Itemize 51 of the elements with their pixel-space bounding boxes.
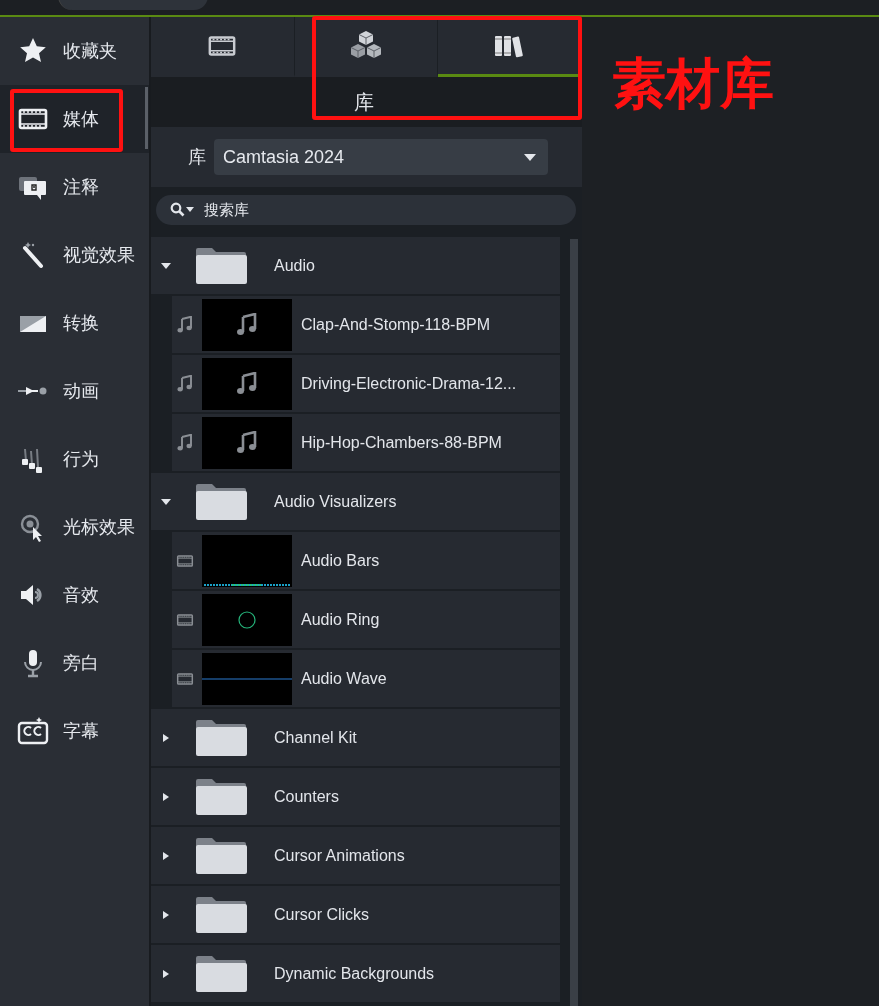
sidebar-item[interactable]: 行为 (0, 425, 149, 493)
sidebar-item[interactable]: 字幕 (0, 697, 149, 765)
library-dropdown[interactable]: Camtasia 2024 (214, 139, 548, 175)
arrow-icon (17, 384, 49, 398)
music-note-icon (176, 374, 194, 393)
folder-row[interactable]: Counters (151, 768, 560, 825)
sidebar-item[interactable]: 音效 (0, 561, 149, 629)
media-row[interactable]: Clap-And-Stomp-118-BPM (172, 296, 560, 353)
dropdown-caret-icon (524, 153, 536, 161)
search-bar[interactable]: 搜索库 (156, 195, 576, 225)
search-icon (170, 202, 194, 218)
annotation-text: 素材库 (612, 54, 774, 114)
folder-icon (195, 718, 247, 757)
media-row[interactable]: Audio Wave (172, 650, 560, 707)
folder-icon (195, 482, 247, 521)
media-row[interactable]: Hip-Hop-Chambers-88-BPM (172, 414, 560, 471)
folder-row[interactable]: Cursor Animations (151, 827, 560, 884)
music-note-icon (176, 315, 194, 334)
music-note-icon (176, 433, 194, 452)
library-label: 库 (188, 145, 206, 169)
sidebar-item[interactable]: 旁白 (0, 629, 149, 697)
sidebar-item[interactable]: 动画 (0, 357, 149, 425)
scrollbar[interactable] (570, 239, 578, 1006)
media-row[interactable]: Driving-Electronic-Drama-12... (172, 355, 560, 412)
folder-icon (195, 895, 247, 934)
music-note-icon (235, 430, 259, 455)
closed-captions-icon (17, 715, 49, 747)
sidebar-item[interactable]: 光标效果 (0, 493, 149, 561)
folder-row[interactable]: Cursor Clicks (151, 886, 560, 943)
folder-row[interactable]: Audio (151, 237, 560, 294)
media-row[interactable]: Audio Bars (172, 532, 560, 589)
folder-icon (195, 246, 247, 285)
sidebar-item[interactable]: 转换 (0, 289, 149, 357)
folder-row[interactable]: Dynamic Backgrounds (151, 945, 560, 1002)
folder-icon (195, 954, 247, 993)
scrollbar-thumb[interactable] (145, 87, 148, 149)
music-note-icon (235, 371, 259, 396)
folder-row[interactable]: Channel Kit (151, 709, 560, 766)
folder-icon (195, 836, 247, 875)
folder-icon (195, 777, 247, 816)
sidebar-item[interactable]: 视觉效果 (0, 221, 149, 289)
media-row[interactable]: Audio Ring (172, 591, 560, 648)
sidebar-item[interactable]: 注释 (0, 153, 149, 221)
search-field[interactable]: 搜索库 (202, 197, 532, 223)
ring-drawing (238, 610, 256, 629)
folder-row[interactable]: Audio Visualizers (151, 473, 560, 530)
music-note-icon (235, 312, 259, 337)
tab[interactable] (151, 17, 295, 77)
tooltip-text: 库 (354, 90, 374, 115)
tab[interactable] (294, 17, 439, 77)
sidebar-item[interactable]: 收藏夹 (0, 17, 149, 85)
